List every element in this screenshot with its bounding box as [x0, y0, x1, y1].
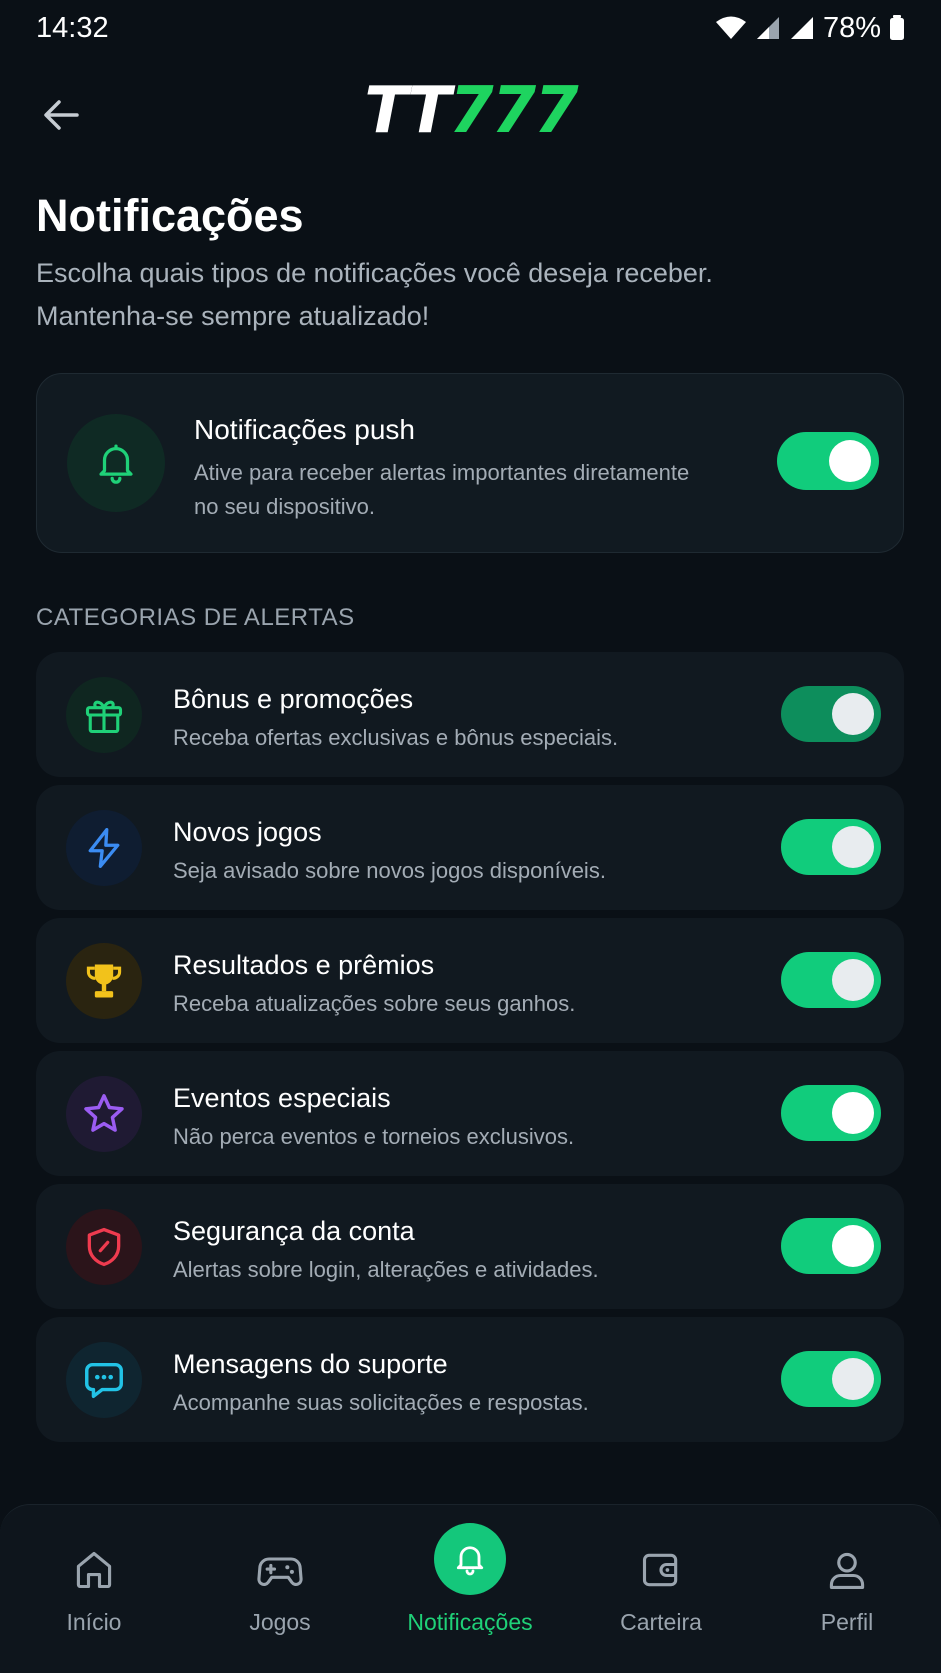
- signal-icon: [756, 17, 779, 39]
- toggle-knob: [832, 1358, 874, 1400]
- status-icons: 78%: [715, 12, 905, 45]
- alert-card-support: Mensagens do suporte Acompanhe suas soli…: [36, 1317, 904, 1442]
- alert-description: Receba atualizações sobre seus ganhos.: [173, 991, 576, 1016]
- toggle-knob: [832, 693, 874, 735]
- gamepad-icon: [256, 1545, 304, 1595]
- alert-toggle-support[interactable]: [781, 1351, 881, 1407]
- signal-icon-2: [790, 17, 813, 39]
- toggle-knob: [829, 440, 871, 482]
- nav-item-notifications[interactable]: Notificações: [376, 1505, 564, 1673]
- toggle-knob: [832, 1225, 874, 1267]
- nav-item-games[interactable]: Jogos: [186, 1505, 374, 1673]
- toggle-knob: [832, 826, 874, 868]
- alert-icon-badge: [66, 943, 142, 1019]
- alert-card-security: Segurança da conta Alertas sobre login, …: [36, 1184, 904, 1309]
- status-bar: 14:32 78%: [0, 0, 941, 56]
- nav-item-home[interactable]: Início: [0, 1505, 188, 1673]
- alert-icon-badge: [66, 1342, 142, 1418]
- alert-toggle-results[interactable]: [781, 952, 881, 1008]
- wallet-icon: [639, 1545, 683, 1595]
- push-description: Ative para receber alertas importantes d…: [194, 460, 690, 519]
- alert-description: Alertas sobre login, alterações e ativid…: [173, 1257, 599, 1282]
- alert-icon-badge: [66, 1209, 142, 1285]
- toggle-knob: [832, 1092, 874, 1134]
- alert-description: Seja avisado sobre novos jogos disponíve…: [173, 858, 606, 883]
- star-icon: [84, 1094, 124, 1132]
- push-notifications-card: Notificações push Ative para receber ale…: [36, 373, 904, 553]
- nav-item-profile[interactable]: Perfil: [753, 1505, 941, 1673]
- alert-card-new-games: Novos jogos Seja avisado sobre novos jog…: [36, 785, 904, 910]
- alert-title: Mensagens do suporte: [173, 1349, 448, 1379]
- alert-icon-badge: [66, 677, 142, 753]
- toggle-knob: [832, 959, 874, 1001]
- alert-description: Acompanhe suas solicitações e respostas.: [173, 1390, 589, 1415]
- bell-icon: [434, 1523, 506, 1595]
- header: TT777: [0, 70, 941, 152]
- alert-card-results: Resultados e prêmios Receba atualizações…: [36, 918, 904, 1043]
- push-title: Notificações push: [194, 414, 416, 445]
- user-icon: [825, 1545, 869, 1595]
- app-logo: TT777: [0, 76, 941, 146]
- bell-icon: [99, 444, 133, 484]
- alert-title: Eventos especiais: [173, 1083, 391, 1113]
- alert-description: Receba ofertas exclusivas e bônus especi…: [173, 725, 619, 750]
- alert-icon-badge: [66, 810, 142, 886]
- logo-number: 777: [449, 74, 579, 148]
- battery-icon: [890, 15, 904, 40]
- logo-prefix: TT: [364, 74, 451, 148]
- push-toggle[interactable]: [777, 432, 879, 490]
- alert-icon-badge: [66, 1076, 142, 1152]
- nav-label: Início: [66, 1609, 122, 1635]
- bottom-nav: Início Jogos Notificações Carteira Perfi…: [0, 1504, 941, 1673]
- nav-label: Notificações: [407, 1609, 533, 1635]
- nav-item-wallet[interactable]: Carteira: [567, 1505, 755, 1673]
- section-label: CATEGORIAS DE ALERTAS: [36, 604, 355, 631]
- battery-percent: 78%: [822, 11, 881, 44]
- chat-icon: [85, 1362, 123, 1399]
- wifi-icon: [715, 16, 746, 39]
- alert-toggle-events[interactable]: [781, 1085, 881, 1141]
- alert-title: Segurança da conta: [173, 1216, 415, 1246]
- alert-card-bonus: Bônus e promoções Receba ofertas exclusi…: [36, 652, 904, 777]
- push-icon-badge: [67, 414, 165, 512]
- page-title: Notificações: [36, 190, 304, 241]
- lightning-icon: [88, 828, 120, 868]
- home-icon: [72, 1545, 116, 1595]
- alert-title: Novos jogos: [173, 817, 322, 847]
- page-subtitle: Escolha quais tipos de notificações você…: [36, 258, 713, 331]
- nav-label: Carteira: [620, 1609, 702, 1635]
- nav-label: Perfil: [820, 1609, 874, 1635]
- trophy-icon: [86, 964, 122, 998]
- alert-description: Não perca eventos e torneios exclusivos.: [173, 1124, 575, 1149]
- alert-toggle-bonus[interactable]: [781, 686, 881, 742]
- alert-toggle-new-games[interactable]: [781, 819, 881, 875]
- alert-title: Bônus e promoções: [173, 684, 414, 714]
- alert-toggle-security[interactable]: [781, 1218, 881, 1274]
- shield-icon: [87, 1227, 121, 1267]
- gift-icon: [85, 700, 123, 734]
- alert-title: Resultados e prêmios: [173, 950, 435, 980]
- alert-card-events: Eventos especiais Não perca eventos e to…: [36, 1051, 904, 1176]
- status-time: 14:32: [36, 11, 109, 44]
- nav-label: Jogos: [249, 1609, 311, 1635]
